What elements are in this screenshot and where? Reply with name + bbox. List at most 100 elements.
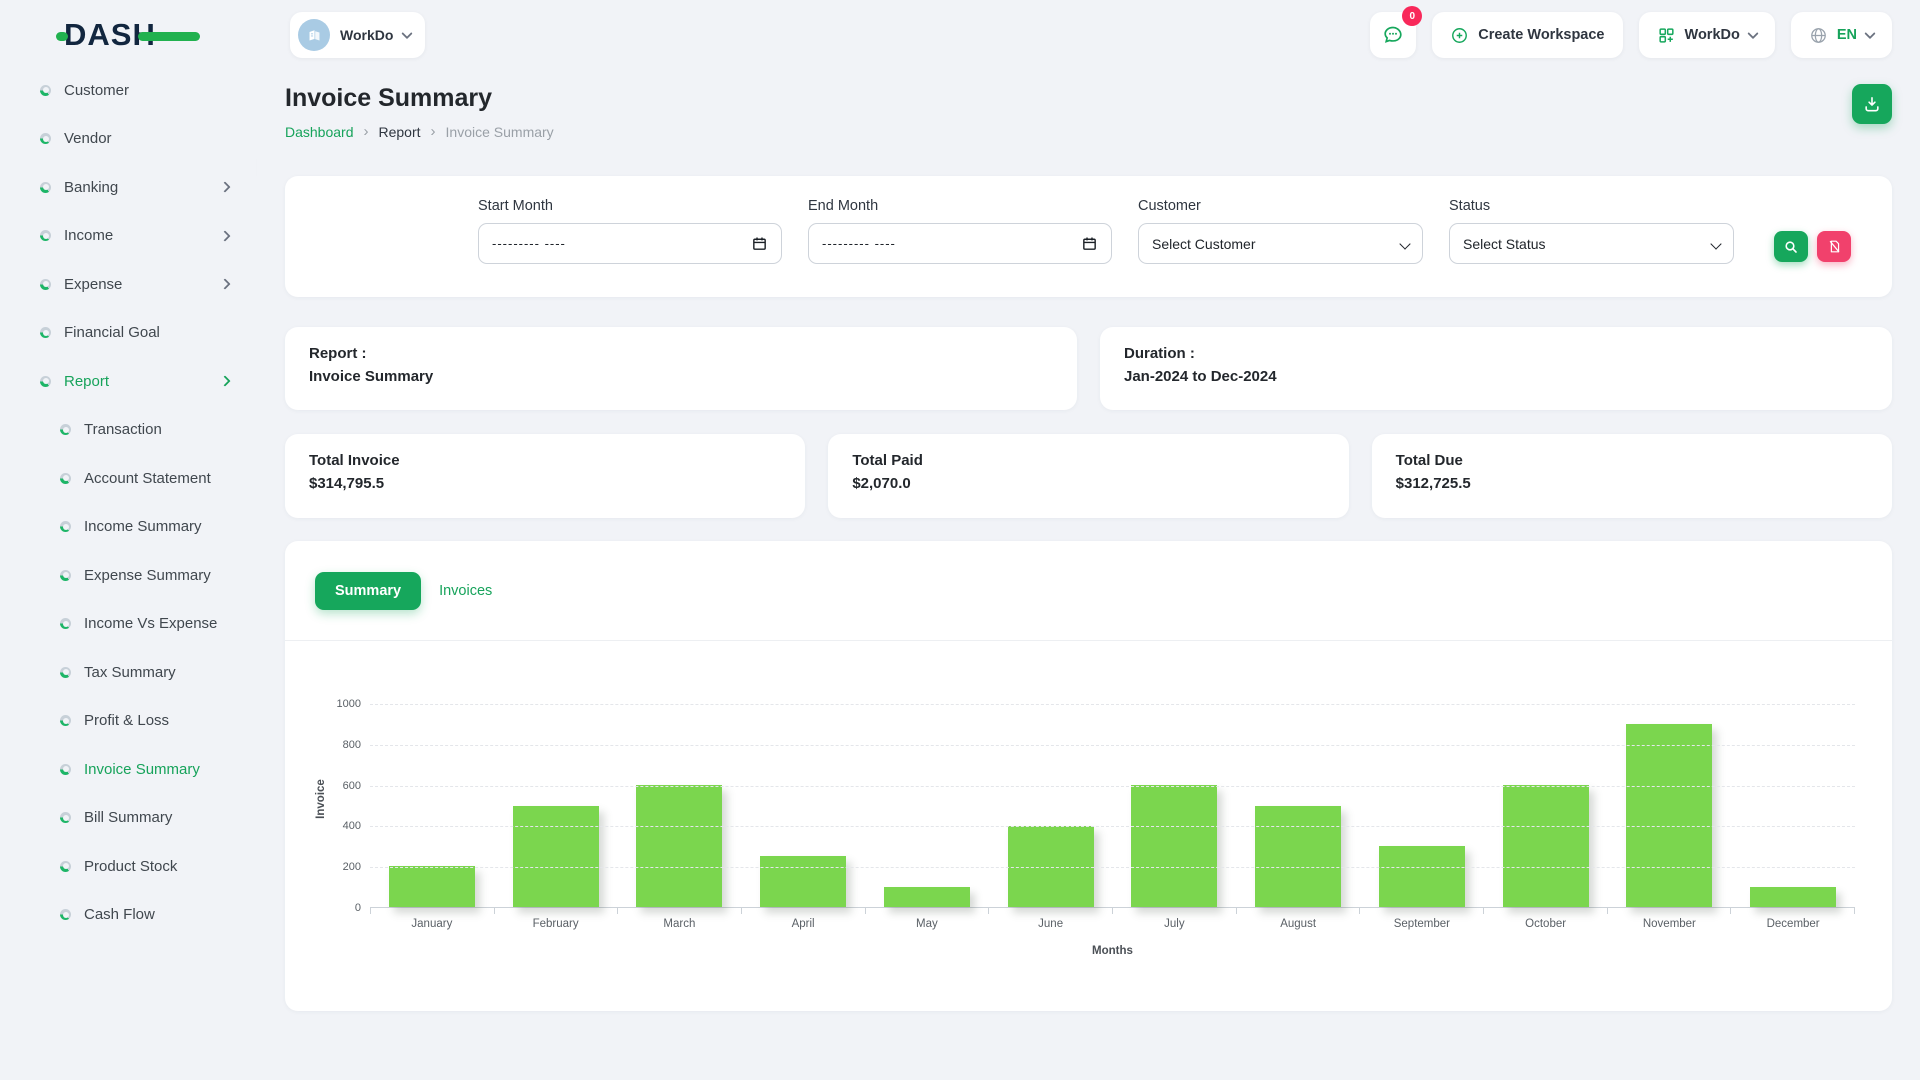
chevron-right-icon xyxy=(219,182,230,193)
bullet-icon xyxy=(40,376,51,387)
stat-label: Total Invoice xyxy=(309,452,781,469)
status-label: Status xyxy=(1449,198,1734,214)
breadcrumb-dashboard[interactable]: Dashboard xyxy=(285,124,354,140)
download-report-button[interactable] xyxy=(1852,84,1892,124)
sidebar-item-product-stock[interactable]: Product Stock xyxy=(0,842,257,891)
logo-dash-icon xyxy=(56,32,68,41)
end-month-label: End Month xyxy=(808,198,1112,214)
app-logo: DASH xyxy=(64,17,254,53)
bar xyxy=(760,856,846,907)
chart-tabs: Summary Invoices xyxy=(285,541,1892,641)
invoice-chart-card: Summary Invoices Invoice 020040060080010… xyxy=(285,541,1892,1011)
bar-september[interactable] xyxy=(1360,704,1484,907)
bullet-icon xyxy=(60,715,71,726)
bullet-icon xyxy=(60,570,71,581)
bullet-icon xyxy=(40,230,51,241)
sidebar-item-income[interactable]: Income xyxy=(0,212,257,261)
gridline xyxy=(370,826,1855,827)
sidebar-item-label: Tax Summary xyxy=(84,664,176,681)
tab-invoices[interactable]: Invoices xyxy=(439,583,492,599)
language-selector[interactable]: EN xyxy=(1791,12,1892,58)
bar-january[interactable] xyxy=(370,704,494,907)
x-tick-label: January xyxy=(370,918,494,930)
chevron-right-icon xyxy=(219,279,230,290)
x-tick-label: July xyxy=(1113,918,1237,930)
x-tick-label: May xyxy=(865,918,989,930)
sidebar-item-financial-goal[interactable]: Financial Goal xyxy=(0,309,257,358)
bullet-icon xyxy=(40,85,51,96)
sidebar-item-transaction[interactable]: Transaction xyxy=(0,406,257,455)
file-slash-icon xyxy=(1827,239,1842,254)
sidebar-item-vendor[interactable]: Vendor xyxy=(0,115,257,164)
x-tick-label: October xyxy=(1484,918,1608,930)
sidebar-item-tax-summary[interactable]: Tax Summary xyxy=(0,648,257,697)
gridline xyxy=(370,867,1855,868)
duration-card-title: Duration : xyxy=(1124,345,1868,362)
language-code: EN xyxy=(1837,27,1857,43)
sidebar: ProjectsAccountingCustomerVendorBankingI… xyxy=(0,66,257,1080)
bar-august[interactable] xyxy=(1236,704,1360,907)
x-tick-label: March xyxy=(618,918,742,930)
sidebar-item-label: Banking xyxy=(64,179,118,196)
sidebar-item-customer[interactable]: Customer xyxy=(0,66,257,115)
bar-march[interactable] xyxy=(618,704,742,907)
sidebar-item-bill-summary[interactable]: Bill Summary xyxy=(0,794,257,843)
sidebar-item-banking[interactable]: Banking xyxy=(0,163,257,212)
messages-badge: 0 xyxy=(1402,6,1422,26)
apply-filter-button[interactable] xyxy=(1774,231,1808,262)
total-due-card: Total Due $312,725.5 xyxy=(1372,434,1892,518)
x-tickmark xyxy=(865,908,866,914)
breadcrumb-report[interactable]: Report xyxy=(379,124,421,140)
x-tick-label: February xyxy=(494,918,618,930)
x-tickmark xyxy=(617,908,618,914)
sidebar-item-expense[interactable]: Expense xyxy=(0,260,257,309)
stat-value: $312,725.5 xyxy=(1396,475,1868,492)
bar xyxy=(1503,785,1589,907)
sidebar-item-income-vs-expense[interactable]: Income Vs Expense xyxy=(0,600,257,649)
bar-february[interactable] xyxy=(494,704,618,907)
reset-filter-button[interactable] xyxy=(1817,231,1851,262)
main-content: Invoice Summary Dashboard › Report › Inv… xyxy=(257,70,1920,1080)
bar-october[interactable] xyxy=(1484,704,1608,907)
bullet-icon xyxy=(40,182,51,193)
bar-chart: Invoice 02004006008001000 JanuaryFebruar… xyxy=(285,641,1892,1011)
workspace-switcher[interactable]: WorkDo xyxy=(290,12,425,58)
breadcrumb-current: Invoice Summary xyxy=(446,124,554,140)
bar-july[interactable] xyxy=(1113,704,1237,907)
chevron-right-icon xyxy=(219,230,230,241)
bar-may[interactable] xyxy=(865,704,989,907)
sidebar-item-profit-loss[interactable]: Profit & Loss xyxy=(0,697,257,746)
bar xyxy=(1379,846,1465,907)
start-month-input[interactable]: --------- ---- xyxy=(478,223,782,264)
chevron-down-icon xyxy=(1747,28,1758,39)
create-workspace-button[interactable]: Create Workspace xyxy=(1432,12,1622,58)
app-switcher-button[interactable]: WorkDo xyxy=(1639,12,1775,58)
sidebar-item-account-statement[interactable]: Account Statement xyxy=(0,454,257,503)
sidebar-item-label: Report xyxy=(64,373,109,390)
bar-april[interactable] xyxy=(741,704,865,907)
sidebar-item-label: Bill Summary xyxy=(84,809,172,826)
customer-label: Customer xyxy=(1138,198,1423,214)
page-title: Invoice Summary xyxy=(285,84,554,113)
messages-button[interactable]: 0 xyxy=(1370,12,1416,58)
bars-container xyxy=(370,704,1855,907)
bar-december[interactable] xyxy=(1731,704,1855,907)
stat-value: $314,795.5 xyxy=(309,475,781,492)
sidebar-item-expense-summary[interactable]: Expense Summary xyxy=(0,551,257,600)
status-select[interactable]: Select Status xyxy=(1449,223,1734,264)
sidebar-item-invoice-summary[interactable]: Invoice Summary xyxy=(0,745,257,794)
workspace-name: WorkDo xyxy=(340,27,393,43)
sidebar-item-income-summary[interactable]: Income Summary xyxy=(0,503,257,552)
y-tick-label: 800 xyxy=(343,739,361,751)
sidebar-item-report[interactable]: Report xyxy=(0,357,257,406)
end-month-input[interactable]: --------- ---- xyxy=(808,223,1112,264)
sidebar-item-label: Profit & Loss xyxy=(84,712,169,729)
bar xyxy=(1131,785,1217,907)
tab-summary[interactable]: Summary xyxy=(315,572,421,610)
customer-select[interactable]: Select Customer xyxy=(1138,223,1423,264)
bullet-icon xyxy=(60,909,71,920)
x-tickmark xyxy=(1730,908,1731,914)
sidebar-item-cash-flow[interactable]: Cash Flow xyxy=(0,891,257,940)
bar-june[interactable] xyxy=(989,704,1113,907)
bar-november[interactable] xyxy=(1608,704,1732,907)
